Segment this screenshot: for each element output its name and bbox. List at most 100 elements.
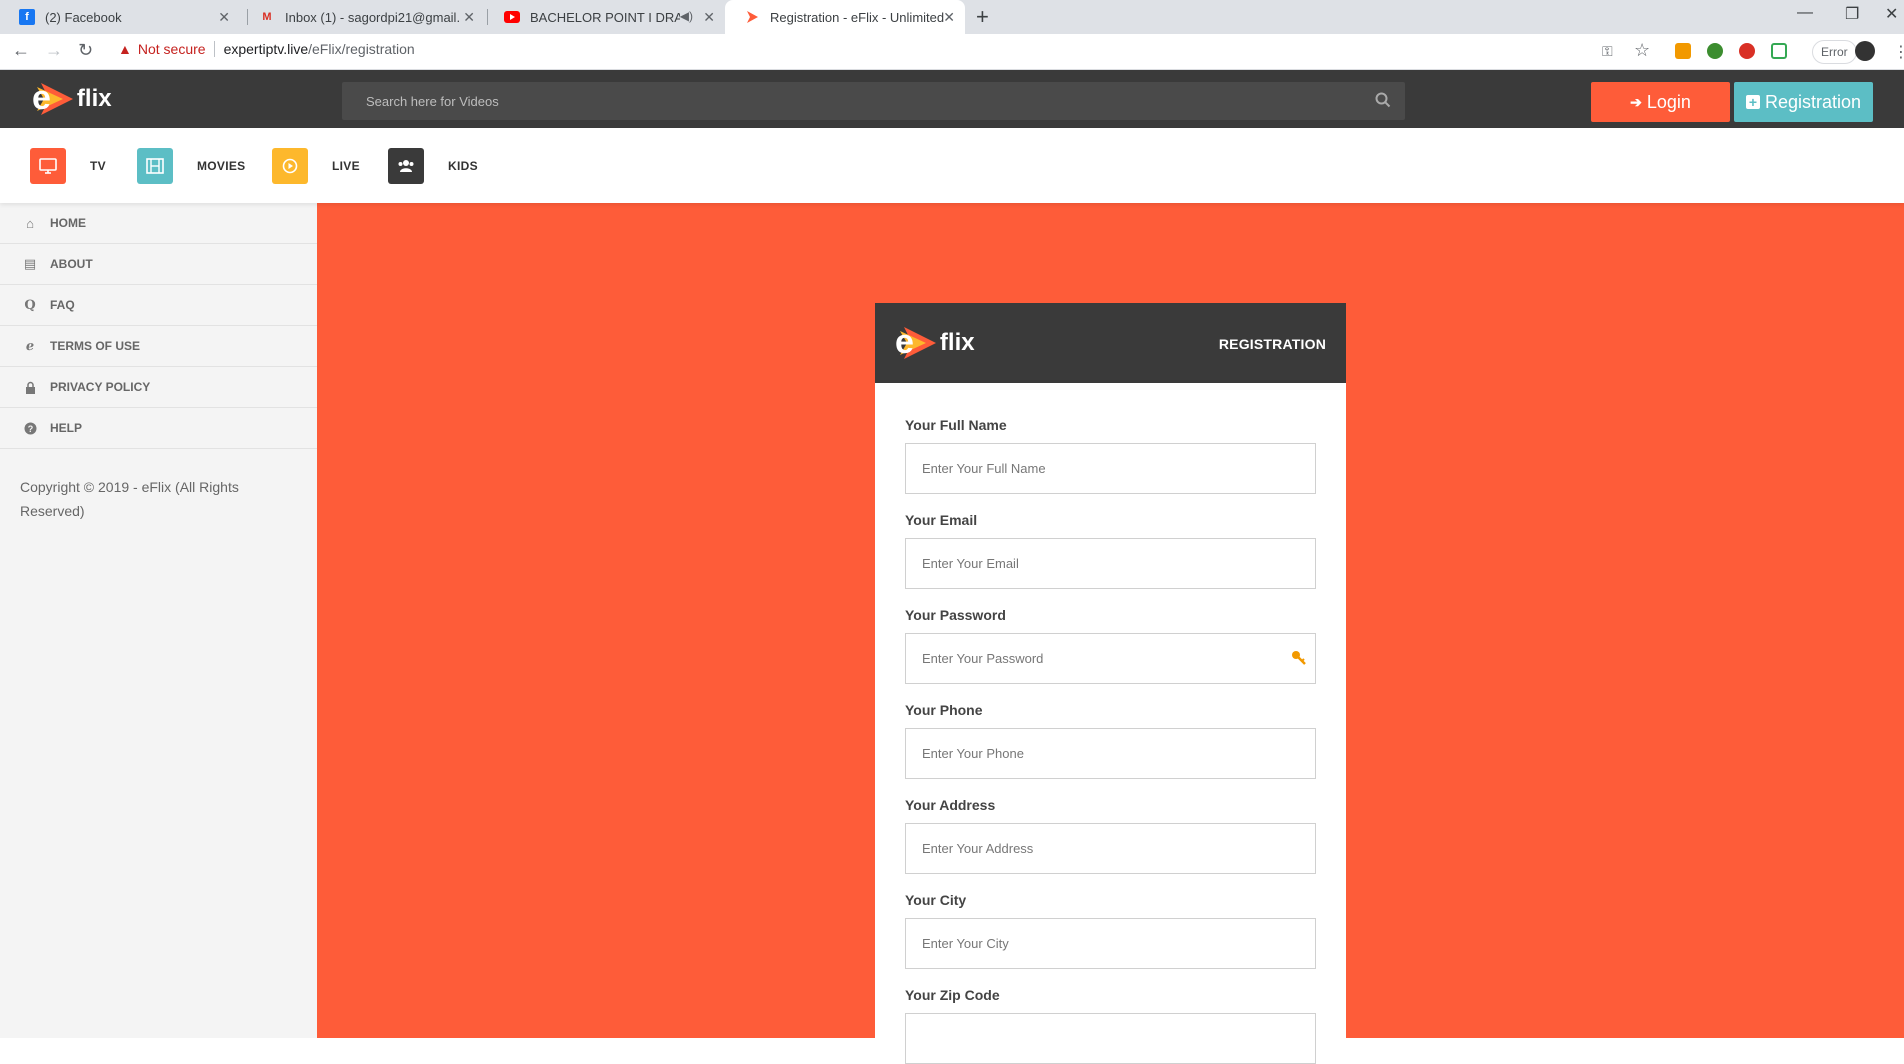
registration-label: Registration bbox=[1764, 91, 1862, 112]
faq-icon: Q bbox=[24, 297, 36, 313]
phone-input[interactable] bbox=[906, 729, 1315, 778]
sidebar-item-terms[interactable]: ℯ TERMS OF USE bbox=[0, 326, 317, 367]
sidebar-item-label: HOME bbox=[50, 216, 86, 230]
sidebar-item-label: FAQ bbox=[50, 298, 75, 312]
users-icon bbox=[388, 148, 424, 184]
close-tab-icon[interactable]: ✕ bbox=[218, 9, 230, 26]
city-field: Your City bbox=[905, 892, 1316, 969]
warning-icon: ▲ bbox=[118, 41, 132, 57]
password-input[interactable] bbox=[906, 634, 1315, 683]
security-label: Not secure bbox=[137, 41, 206, 57]
zip-code-input[interactable] bbox=[906, 1014, 1315, 1063]
sidebar-item-label: TERMS OF USE bbox=[50, 339, 141, 353]
sidebar: ⌂ HOME ▤ ABOUT Q FAQ ℯ TERMS OF USE PRIV… bbox=[0, 203, 317, 1038]
email-field: Your Email bbox=[905, 512, 1316, 589]
adblock-icon[interactable] bbox=[1739, 43, 1755, 59]
address-input[interactable] bbox=[906, 824, 1315, 873]
login-button[interactable]: ➔ Login bbox=[1591, 82, 1730, 122]
close-tab-icon[interactable]: ✕ bbox=[943, 9, 955, 26]
email-input[interactable] bbox=[906, 539, 1315, 588]
profile-avatar[interactable] bbox=[1855, 41, 1875, 61]
error-label: Error bbox=[1821, 45, 1848, 59]
site-header: e flix ➔ Login + Registration bbox=[0, 70, 1904, 128]
logo-e: e bbox=[895, 323, 914, 361]
tab-strip: f (2) Facebook ✕ M Inbox (1) - sagordpi2… bbox=[0, 0, 1904, 34]
tab-facebook[interactable]: f (2) Facebook ✕ bbox=[0, 0, 240, 34]
back-icon[interactable]: ← bbox=[12, 40, 30, 61]
gmail-icon: M bbox=[262, 11, 272, 23]
restore-icon[interactable]: ❐ bbox=[1845, 4, 1859, 24]
category-kids[interactable]: KIDS bbox=[388, 148, 478, 184]
extension-key-icon[interactable] bbox=[1675, 43, 1691, 59]
eflix-icon bbox=[744, 9, 760, 25]
tab-title: Inbox (1) - sagordpi21@gmail.com bbox=[285, 9, 460, 25]
password-field: Your Password bbox=[905, 607, 1316, 684]
sidebar-item-about[interactable]: ▤ ABOUT bbox=[0, 244, 317, 285]
extension-globe-icon[interactable] bbox=[1707, 43, 1723, 59]
address-bar[interactable]: ▲ Not secure expertiptv.live /eFlix/regi… bbox=[118, 41, 415, 57]
profile-error-pill[interactable]: Error bbox=[1812, 40, 1857, 64]
field-label: Your Phone bbox=[905, 702, 983, 718]
category-label: MOVIES bbox=[197, 159, 246, 173]
tab-registration[interactable]: Registration - eFlix - Unlimited E ✕ bbox=[725, 0, 965, 34]
search-bar bbox=[342, 82, 1405, 120]
url-divider bbox=[213, 41, 215, 57]
minimize-icon[interactable]: — bbox=[1797, 4, 1813, 22]
facebook-icon: f bbox=[19, 9, 35, 25]
extension-tv-icon[interactable] bbox=[1771, 43, 1787, 59]
tab-youtube[interactable]: BACHELOR POINT I DRAMA ◀) ✕ bbox=[485, 0, 725, 34]
internet-explorer-icon: ℯ bbox=[25, 338, 35, 353]
eflix-logo[interactable]: e flix bbox=[895, 323, 975, 362]
category-tv[interactable]: TV bbox=[30, 148, 106, 184]
registration-card-header: e flix REGISTRATION bbox=[875, 303, 1346, 383]
close-window-icon[interactable]: ✕ bbox=[1885, 4, 1898, 24]
field-label: Your City bbox=[905, 892, 967, 908]
reload-icon[interactable]: ↻ bbox=[78, 40, 93, 61]
bookmark-star-icon[interactable]: ☆ bbox=[1634, 40, 1650, 61]
forward-icon[interactable]: → bbox=[45, 40, 63, 61]
logo-flix: flix bbox=[76, 84, 112, 112]
sidebar-item-privacy[interactable]: PRIVACY POLICY bbox=[0, 367, 317, 408]
new-tab-icon[interactable]: + bbox=[976, 4, 989, 30]
category-live[interactable]: LIVE bbox=[272, 148, 360, 184]
category-label: KIDS bbox=[448, 159, 478, 173]
search-input[interactable] bbox=[342, 82, 1405, 120]
registration-title: REGISTRATION bbox=[1218, 336, 1326, 352]
sidebar-item-help[interactable]: ? HELP bbox=[0, 408, 317, 449]
book-icon: ▤ bbox=[23, 256, 37, 271]
tab-title: (2) Facebook bbox=[45, 9, 122, 25]
tab-title: Registration - eFlix - Unlimited E bbox=[770, 9, 945, 25]
plus-square-icon: + bbox=[1745, 94, 1760, 110]
sidebar-item-home[interactable]: ⌂ HOME bbox=[0, 203, 317, 244]
city-input[interactable] bbox=[906, 919, 1315, 968]
key-icon[interactable]: ⚿ bbox=[1602, 43, 1613, 60]
phone-field: Your Phone bbox=[905, 702, 1316, 779]
browser-menu-icon[interactable]: ⋮ bbox=[1893, 42, 1904, 62]
eflix-logo[interactable]: e flix bbox=[32, 79, 112, 118]
field-label: Your Full Name bbox=[905, 417, 1007, 433]
address-toolbar: ← → ↻ ▲ Not secure expertiptv.live /eFli… bbox=[0, 34, 1904, 70]
full-name-input[interactable] bbox=[906, 444, 1315, 493]
category-movies[interactable]: MOVIES bbox=[137, 148, 245, 184]
registration-button[interactable]: + Registration bbox=[1734, 82, 1873, 122]
close-tab-icon[interactable]: ✕ bbox=[463, 9, 475, 26]
tab-gmail[interactable]: M Inbox (1) - sagordpi21@gmail.com ✕ bbox=[240, 0, 485, 34]
speaker-icon[interactable]: ◀) bbox=[680, 9, 693, 23]
category-bar: TV MOVIES LIVE KIDS bbox=[0, 128, 1904, 203]
lock-icon bbox=[22, 381, 38, 394]
search-icon[interactable] bbox=[1375, 92, 1391, 108]
password-manager-key-icon[interactable] bbox=[1291, 650, 1307, 666]
field-label: Your Email bbox=[905, 512, 978, 528]
login-label: Login bbox=[1646, 91, 1691, 112]
sign-in-icon: ➔ bbox=[1630, 93, 1642, 110]
sidebar-item-label: ABOUT bbox=[50, 257, 93, 271]
close-tab-icon[interactable]: ✕ bbox=[703, 9, 715, 26]
sidebar-item-label: HELP bbox=[50, 421, 83, 435]
category-label: TV bbox=[90, 159, 106, 173]
address-field: Your Address bbox=[905, 797, 1316, 874]
field-label: Your Zip Code bbox=[905, 987, 1000, 1003]
tv-icon bbox=[30, 148, 66, 184]
browser-chrome: f (2) Facebook ✕ M Inbox (1) - sagordpi2… bbox=[0, 0, 1904, 70]
registration-card: e flix REGISTRATION Your Full Name Your … bbox=[875, 303, 1346, 1064]
sidebar-item-faq[interactable]: Q FAQ bbox=[0, 285, 317, 326]
